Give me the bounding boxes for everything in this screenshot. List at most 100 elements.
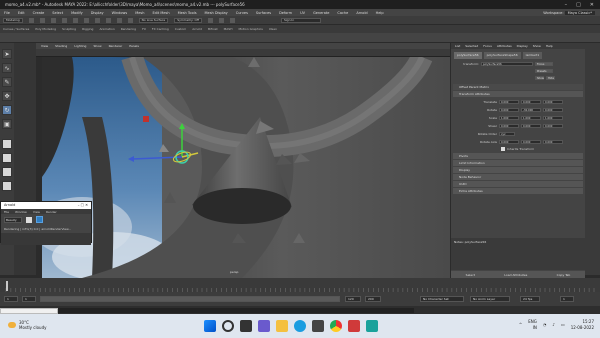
transform-name-field[interactable]: polySurface56: [481, 62, 533, 66]
time-slider[interactable]: [0, 278, 600, 292]
viewport-menu-shading[interactable]: Shading: [55, 44, 67, 48]
paint-select-icon[interactable]: ✎: [2, 77, 12, 87]
shear-x-field[interactable]: 0.000: [499, 124, 519, 128]
render-menu-view[interactable]: View: [33, 210, 40, 214]
task-view-icon[interactable]: [240, 320, 252, 332]
shelf-tab[interactable]: Curves / Surfaces: [3, 27, 29, 31]
translate-x-field[interactable]: 0.000: [499, 100, 519, 104]
file-explorer-icon[interactable]: [276, 320, 288, 332]
menu-modify[interactable]: Modify: [71, 11, 83, 15]
live-surface-field[interactable]: No Live Surface: [138, 17, 169, 23]
ae-menu-list[interactable]: List: [455, 44, 460, 48]
edge-icon[interactable]: [294, 320, 306, 332]
menu-curves[interactable]: Curves: [236, 11, 248, 15]
channel-box-tab-strip[interactable]: [585, 43, 600, 275]
menu-mesh-display[interactable]: Mesh Display: [205, 11, 228, 15]
rotate-tool-icon[interactable]: ↻: [2, 105, 12, 115]
shelf-tab[interactable]: FX Caching: [152, 27, 169, 31]
shear-z-field[interactable]: 0.000: [543, 124, 563, 128]
language-indicator[interactable]: ENG IN: [528, 319, 537, 330]
close-icon[interactable]: ✕: [590, 2, 594, 8]
range-end-field[interactable]: 120: [345, 296, 361, 302]
maximize-icon[interactable]: □: [576, 2, 581, 8]
tray-chevron-icon[interactable]: ^: [519, 322, 522, 327]
select-tool-icon[interactable]: ➤: [2, 49, 12, 59]
shelf-tab[interactable]: MASH: [224, 27, 233, 31]
character-set-select[interactable]: No Character Set: [420, 296, 464, 302]
menu-deform[interactable]: Deform: [279, 11, 292, 15]
section-display[interactable]: Display: [453, 167, 583, 173]
range-start-field[interactable]: 1: [22, 296, 36, 302]
volume-icon[interactable]: ♪: [552, 322, 555, 327]
section-limit-information[interactable]: Limit Information: [453, 160, 583, 166]
menu-set-select[interactable]: Modeling: [3, 17, 23, 23]
menu-edit[interactable]: Edit: [18, 11, 25, 15]
shelf-tab[interactable]: Bifrost: [208, 27, 218, 31]
snap-curve-icon[interactable]: [116, 17, 122, 23]
inherits-transform-checkbox[interactable]: [501, 147, 505, 151]
current-time-field[interactable]: 1: [560, 296, 574, 302]
workspace-select[interactable]: Maya Classic*: [564, 10, 595, 15]
scale-y-field[interactable]: 1.000: [521, 116, 541, 120]
render-start-button[interactable]: [36, 216, 43, 223]
start-time-field[interactable]: 1: [4, 296, 18, 302]
persp-graph-layout-icon[interactable]: [2, 181, 12, 191]
chat-icon[interactable]: [258, 320, 270, 332]
wifi-icon[interactable]: ◔: [543, 322, 547, 327]
shelf-tab[interactable]: Motion Graphics: [238, 27, 262, 31]
render-menu-window[interactable]: Window: [15, 210, 27, 214]
shelf-tab[interactable]: Sculpting: [62, 27, 76, 31]
menu-windows[interactable]: Windows: [112, 11, 128, 15]
render-menu-file[interactable]: File: [4, 210, 9, 214]
section-uuid[interactable]: UUID: [453, 181, 583, 187]
notes-panel[interactable]: Notes: polySurface56: [451, 238, 585, 270]
viewport-menu-lighting[interactable]: Lighting: [74, 44, 86, 48]
render-settings-icon[interactable]: [229, 17, 235, 23]
weather-widget[interactable]: 30°C Mostly cloudy: [8, 320, 47, 330]
ae-menu-attributes[interactable]: Attributes: [497, 44, 512, 48]
section-transform-attributes[interactable]: Transform Attributes: [453, 91, 583, 97]
shelf-tab[interactable]: Rendering: [121, 27, 136, 31]
select-by-hierarchy-icon[interactable]: [83, 17, 89, 23]
menu-select[interactable]: Select: [52, 11, 63, 15]
render-image-area[interactable]: [1, 233, 91, 245]
menu-arnold[interactable]: Arnold: [356, 11, 367, 15]
shear-y-field[interactable]: 0.000: [521, 124, 541, 128]
anim-layer-select[interactable]: No Anim Layer: [470, 296, 510, 302]
store-icon[interactable]: [312, 320, 324, 332]
range-bar[interactable]: [40, 296, 340, 302]
fps-select[interactable]: 24 fps: [520, 296, 540, 302]
viewport-menu-show[interactable]: Show: [93, 44, 101, 48]
show-button[interactable]: Show: [535, 76, 544, 80]
menu-create[interactable]: Create: [33, 11, 45, 15]
ae-menu-show[interactable]: Show: [533, 44, 541, 48]
windows-start-icon[interactable]: [204, 320, 216, 332]
ae-menu-help[interactable]: Help: [546, 44, 553, 48]
menu-generate[interactable]: Generate: [313, 11, 329, 15]
move-tool-icon[interactable]: ✥: [2, 91, 12, 101]
persp-outliner-layout-icon[interactable]: [2, 167, 12, 177]
hide-button[interactable]: Hide: [546, 76, 555, 80]
menu-cache[interactable]: Cache: [337, 11, 348, 15]
load-attributes-button[interactable]: Load Attributes: [504, 273, 527, 277]
render-menu-render[interactable]: Render: [46, 210, 57, 214]
ae-menu-display[interactable]: Display: [517, 44, 528, 48]
shelf-tab[interactable]: FX: [142, 27, 146, 31]
shelf-tab[interactable]: Rigging: [82, 27, 93, 31]
ae-menu-focus[interactable]: Focus: [483, 44, 492, 48]
section-extra-attributes[interactable]: Extra Attributes: [453, 188, 583, 194]
scale-tool-icon[interactable]: ▣: [2, 119, 12, 129]
ae-menu-selected[interactable]: Selected: [465, 44, 478, 48]
open-scene-icon[interactable]: [39, 17, 45, 23]
shelf-tab[interactable]: XGen: [269, 27, 277, 31]
tab-shape-node[interactable]: polySurfaceShape56: [483, 52, 521, 59]
app-icon[interactable]: [348, 320, 360, 332]
copy-tab-button[interactable]: Copy Tab: [557, 273, 571, 277]
render-icon[interactable]: [207, 17, 213, 23]
maya-icon[interactable]: [366, 320, 378, 332]
rotate-z-field[interactable]: 0.000: [543, 108, 563, 112]
translate-y-field[interactable]: 0.000: [521, 100, 541, 104]
battery-icon[interactable]: ▭: [561, 322, 565, 327]
viewport-menu-panels[interactable]: Panels: [129, 44, 139, 48]
command-input[interactable]: [14, 307, 415, 313]
